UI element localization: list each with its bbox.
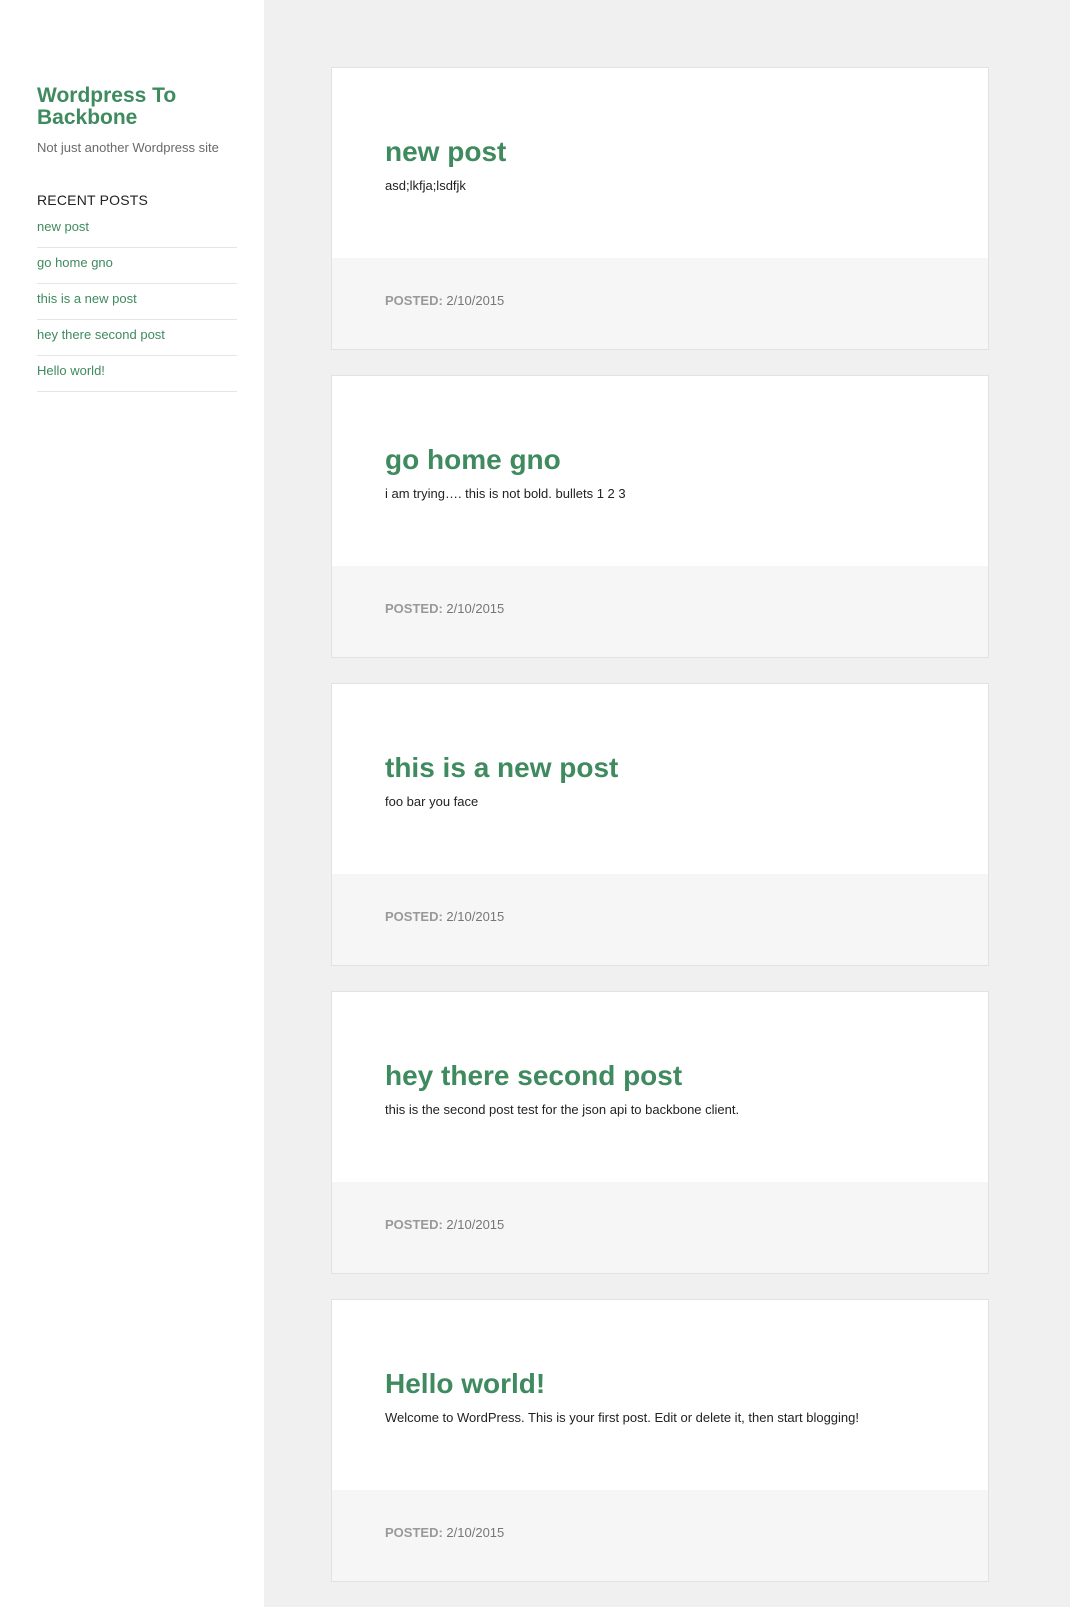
post-meta: POSTED: 2/10/2015 [385, 1217, 504, 1232]
post-card: hey there second post this is the second… [331, 991, 989, 1274]
posted-label: POSTED: [385, 601, 443, 616]
post-excerpt: this is the second post test for the jso… [385, 1102, 740, 1117]
post-date: 2/10/2015 [446, 1217, 505, 1232]
post-card: go home gno i am trying…. this is not bo… [331, 375, 989, 658]
post-card: this is a new post foo bar you face POST… [331, 683, 989, 966]
post-excerpt: i am trying…. this is not bold. bullets … [385, 486, 626, 501]
site-description: Not just another Wordpress site [37, 140, 219, 155]
post-title-link[interactable]: Hello world! [385, 1368, 545, 1400]
sidebar: Wordpress To Backbone Not just another W… [0, 0, 264, 1607]
post-body: this is a new post foo bar you face [332, 684, 988, 875]
recent-post-item: Hello world! [37, 356, 237, 392]
post-excerpt: foo bar you face [385, 794, 479, 809]
recent-post-item: go home gno [37, 248, 237, 284]
post-title-link[interactable]: go home gno [385, 444, 561, 476]
post-date: 2/10/2015 [446, 293, 505, 308]
post-footer: POSTED: 2/10/2015 [332, 1182, 988, 1273]
site-title-link[interactable]: Wordpress To Backbone [37, 85, 237, 129]
post-title-link[interactable]: this is a new post [385, 752, 618, 784]
post-title-link[interactable]: hey there second post [385, 1060, 682, 1092]
recent-post-link[interactable]: new post [37, 212, 237, 234]
recent-post-item: new post [37, 212, 237, 248]
recent-post-link[interactable]: go home gno [37, 248, 237, 270]
post-date: 2/10/2015 [446, 1525, 505, 1540]
post-excerpt: Welcome to WordPress. This is your first… [385, 1410, 859, 1425]
posted-label: POSTED: [385, 293, 443, 308]
recent-posts-list: new post go home gno this is a new post … [37, 212, 237, 392]
post-meta: POSTED: 2/10/2015 [385, 601, 504, 616]
recent-post-item: this is a new post [37, 284, 237, 320]
post-meta: POSTED: 2/10/2015 [385, 1525, 504, 1540]
recent-post-item: hey there second post [37, 320, 237, 356]
post-footer: POSTED: 2/10/2015 [332, 258, 988, 349]
posted-label: POSTED: [385, 909, 443, 924]
post-card: Hello world! Welcome to WordPress. This … [331, 1299, 989, 1582]
post-date: 2/10/2015 [446, 909, 505, 924]
posted-label: POSTED: [385, 1217, 443, 1232]
post-excerpt: asd;lkfja;lsdfjk [385, 178, 466, 193]
post-body: go home gno i am trying…. this is not bo… [332, 376, 988, 567]
recent-post-link[interactable]: Hello world! [37, 356, 237, 378]
post-meta: POSTED: 2/10/2015 [385, 909, 504, 924]
post-footer: POSTED: 2/10/2015 [332, 1490, 988, 1581]
post-title-link[interactable]: new post [385, 136, 506, 168]
post-footer: POSTED: 2/10/2015 [332, 566, 988, 657]
recent-post-link[interactable]: this is a new post [37, 284, 237, 306]
post-card: new post asd;lkfja;lsdfjk POSTED: 2/10/2… [331, 67, 989, 350]
post-footer: POSTED: 2/10/2015 [332, 874, 988, 965]
recent-posts-heading: RECENT POSTS [37, 192, 149, 208]
posted-label: POSTED: [385, 1525, 443, 1540]
post-meta: POSTED: 2/10/2015 [385, 293, 504, 308]
post-date: 2/10/2015 [446, 601, 505, 616]
post-body: Hello world! Welcome to WordPress. This … [332, 1300, 988, 1491]
recent-post-link[interactable]: hey there second post [37, 320, 237, 342]
post-body: new post asd;lkfja;lsdfjk [332, 68, 988, 259]
post-body: hey there second post this is the second… [332, 992, 988, 1183]
page: Wordpress To Backbone Not just another W… [0, 0, 1070, 1607]
